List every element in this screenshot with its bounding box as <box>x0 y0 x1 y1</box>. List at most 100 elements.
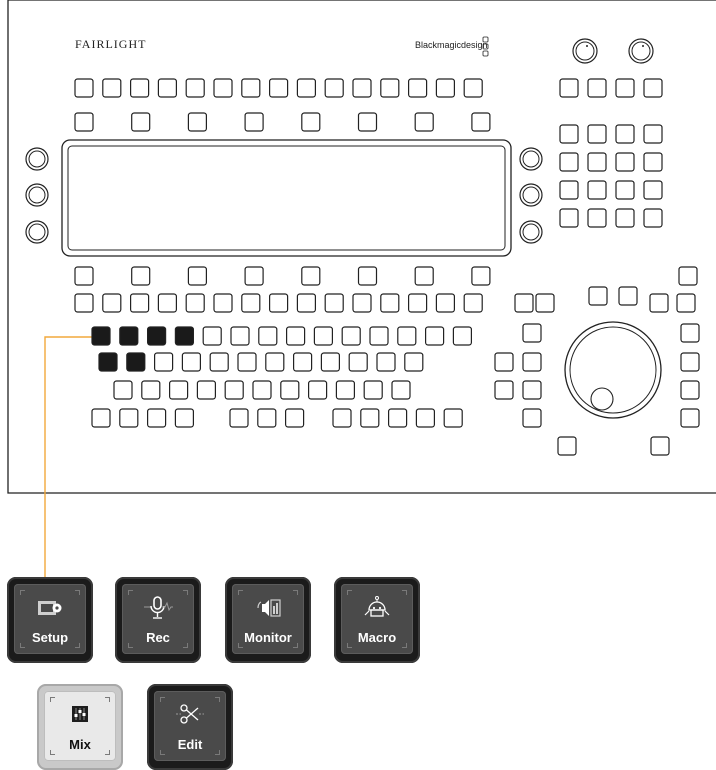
top-row-key-4[interactable] <box>157 78 177 98</box>
jog-right-key-4[interactable] <box>680 408 700 428</box>
bottom-group-c-key-3[interactable] <box>388 408 408 428</box>
right-grid-r4-key-4[interactable] <box>643 208 663 228</box>
bottom-group-b-key-3[interactable] <box>285 408 305 428</box>
mode-row-key-1[interactable] <box>98 352 118 372</box>
rec-key[interactable]: Rec <box>115 577 201 663</box>
right-top-key-4[interactable] <box>643 78 663 98</box>
mode-row-key-11[interactable] <box>376 352 396 372</box>
right-grid-r3-key-2[interactable] <box>587 180 607 200</box>
lower-soft-key-5[interactable] <box>301 266 321 286</box>
edit-row-key-10[interactable] <box>363 380 383 400</box>
transport-row-key-13[interactable] <box>408 293 428 313</box>
jog-bottom-left-key[interactable] <box>557 436 577 456</box>
top-row-key-10[interactable] <box>324 78 344 98</box>
bottom-group-a-key-1[interactable] <box>91 408 111 428</box>
monitor-key[interactable]: Monitor <box>225 577 311 663</box>
jog-bottom-right-key[interactable] <box>650 436 670 456</box>
mode-row-key-4[interactable] <box>181 352 201 372</box>
mode-row-key-10[interactable] <box>348 352 368 372</box>
top-row-key-15[interactable] <box>463 78 483 98</box>
transport-row-key-12[interactable] <box>380 293 400 313</box>
function-row-key-1[interactable] <box>91 326 111 346</box>
top-knob-2[interactable] <box>628 38 654 64</box>
lower-soft-key-8[interactable] <box>471 266 491 286</box>
right-grid-r2-key-3[interactable] <box>615 152 635 172</box>
right-grid-r3-key-1[interactable] <box>559 180 579 200</box>
upper-soft-key-7[interactable] <box>414 112 434 132</box>
bottom-group-c-key-5[interactable] <box>443 408 463 428</box>
top-knob-1[interactable] <box>572 38 598 64</box>
jog-right-key-2[interactable] <box>680 352 700 372</box>
lower-soft-key-4[interactable] <box>244 266 264 286</box>
upper-soft-key-4[interactable] <box>244 112 264 132</box>
top-row-key-11[interactable] <box>352 78 372 98</box>
transport-row-key-6[interactable] <box>213 293 233 313</box>
upper-soft-key-2[interactable] <box>131 112 151 132</box>
upper-soft-key-8[interactable] <box>471 112 491 132</box>
function-row-key-4[interactable] <box>174 326 194 346</box>
right-grid-r2-key-1[interactable] <box>559 152 579 172</box>
bottom-group-c-key-4[interactable] <box>415 408 435 428</box>
function-row-key-3[interactable] <box>147 326 167 346</box>
jog-right-key-3[interactable] <box>680 380 700 400</box>
jog-arc-key-1[interactable] <box>514 293 534 313</box>
function-row-key-14[interactable] <box>452 326 472 346</box>
transport-row-key-7[interactable] <box>241 293 261 313</box>
function-row-key-12[interactable] <box>397 326 417 346</box>
transport-row-key-4[interactable] <box>157 293 177 313</box>
jog-left-grid-key-2[interactable] <box>522 352 542 372</box>
right-grid-r4-key-1[interactable] <box>559 208 579 228</box>
right-grid-r2-key-4[interactable] <box>643 152 663 172</box>
jog-left-key-1[interactable] <box>522 323 542 343</box>
transport-row-key-15[interactable] <box>463 293 483 313</box>
top-row-key-8[interactable] <box>269 78 289 98</box>
upper-soft-key-5[interactable] <box>301 112 321 132</box>
jog-left-grid-key-3[interactable] <box>494 380 514 400</box>
mode-row-key-5[interactable] <box>209 352 229 372</box>
macro-key[interactable]: Macro <box>334 577 420 663</box>
top-row-key-6[interactable] <box>213 78 233 98</box>
edit-row-key-11[interactable] <box>391 380 411 400</box>
right-grid-r1-key-3[interactable] <box>615 124 635 144</box>
mode-row-key-7[interactable] <box>265 352 285 372</box>
edit-row-key-8[interactable] <box>308 380 328 400</box>
bottom-group-b-key-2[interactable] <box>257 408 277 428</box>
function-row-key-2[interactable] <box>119 326 139 346</box>
top-row-key-1[interactable] <box>74 78 94 98</box>
mode-row-key-9[interactable] <box>320 352 340 372</box>
right-grid-r2-key-2[interactable] <box>587 152 607 172</box>
right-grid-r1-key-4[interactable] <box>643 124 663 144</box>
edit-row-key-3[interactable] <box>169 380 189 400</box>
jog-left-grid-key-4[interactable] <box>522 380 542 400</box>
lower-soft-key-1[interactable] <box>74 266 94 286</box>
jog-top-right-key[interactable] <box>678 266 698 286</box>
transport-row-key-2[interactable] <box>102 293 122 313</box>
bottom-group-c-key-1[interactable] <box>332 408 352 428</box>
right-top-key-3[interactable] <box>615 78 635 98</box>
function-row-key-6[interactable] <box>230 326 250 346</box>
jog-right-key-1[interactable] <box>680 323 700 343</box>
function-row-key-13[interactable] <box>425 326 445 346</box>
function-row-key-8[interactable] <box>286 326 306 346</box>
mix-key[interactable]: Mix <box>37 684 123 770</box>
top-row-key-2[interactable] <box>102 78 122 98</box>
transport-row-key-10[interactable] <box>324 293 344 313</box>
edit-key[interactable]: Edit <box>147 684 233 770</box>
top-row-key-7[interactable] <box>241 78 261 98</box>
upper-soft-key-6[interactable] <box>357 112 378 132</box>
right-top-key-2[interactable] <box>587 78 607 98</box>
jog-arc-key-2[interactable] <box>535 293 555 313</box>
edit-row-key-5[interactable] <box>224 380 244 400</box>
bottom-group-c-key-2[interactable] <box>360 408 380 428</box>
transport-row-key-1[interactable] <box>74 293 94 313</box>
mode-row-key-3[interactable] <box>154 352 174 372</box>
transport-row-key-3[interactable] <box>130 293 150 313</box>
upper-soft-key-1[interactable] <box>74 112 94 132</box>
right-grid-r1-key-2[interactable] <box>587 124 607 144</box>
top-row-key-9[interactable] <box>296 78 316 98</box>
jog-left-key-2[interactable] <box>522 408 542 428</box>
jog-left-grid-key-1[interactable] <box>494 352 514 372</box>
edit-row-key-6[interactable] <box>252 380 272 400</box>
transport-row-key-5[interactable] <box>185 293 205 313</box>
mode-row-key-6[interactable] <box>237 352 257 372</box>
